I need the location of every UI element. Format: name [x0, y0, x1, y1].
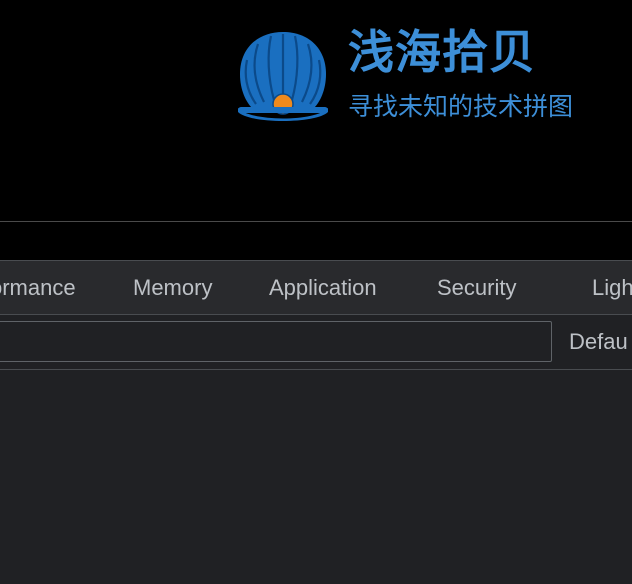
console-output[interactable] — [0, 370, 632, 584]
page-banner: 浅海拾贝 寻找未知的技术拼图 — [0, 0, 632, 222]
site-subtitle: 寻找未知的技术拼图 — [348, 93, 574, 121]
filter-input[interactable] — [0, 321, 552, 362]
site-title: 浅海拾贝 — [348, 26, 536, 78]
tab-lighthouse[interactable]: Ligh — [592, 261, 632, 315]
dock-separator[interactable] — [0, 222, 632, 260]
devtools-panel: ormance Memory Application Security Ligh… — [0, 260, 632, 584]
devtools-tab-strip: ormance Memory Application Security Ligh — [0, 260, 632, 315]
shell-logo-icon — [238, 32, 328, 121]
console-toolbar: Defau — [0, 315, 632, 370]
log-levels-dropdown[interactable]: Defau — [569, 315, 628, 369]
tab-security[interactable]: Security — [437, 261, 516, 315]
tab-performance[interactable]: ormance — [0, 261, 76, 315]
tab-application[interactable]: Application — [269, 261, 377, 315]
tab-memory[interactable]: Memory — [133, 261, 212, 315]
